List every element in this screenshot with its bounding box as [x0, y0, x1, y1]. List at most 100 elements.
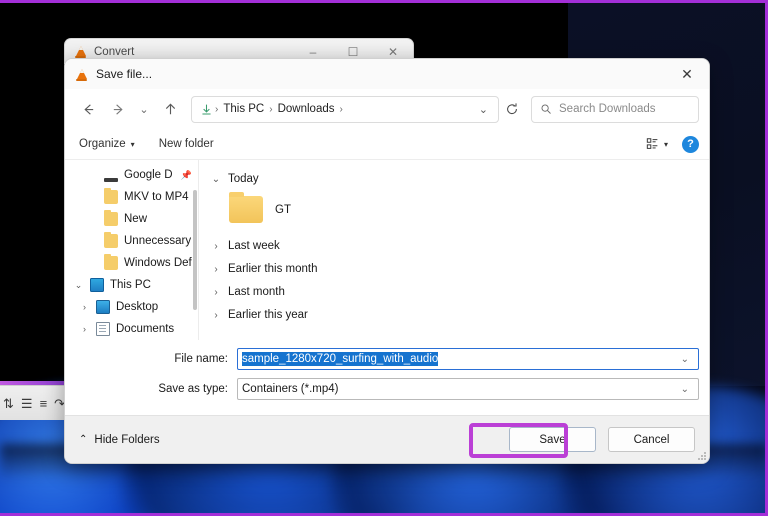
back-arrow-icon: [83, 103, 93, 115]
folder-icon: [104, 254, 118, 270]
navigation-pane: Google Drive 📌 MKV to MP4 New Unnecessar…: [65, 160, 199, 340]
resize-grip[interactable]: [697, 451, 707, 461]
group-label: Today: [228, 173, 259, 185]
file-name-label: File name:: [174, 353, 228, 365]
cancel-button[interactable]: Cancel: [608, 427, 695, 452]
pin-icon: 📌: [180, 169, 192, 180]
sidebar-item-unnecessary[interactable]: Unnecessary: [65, 230, 198, 252]
chevron-right-icon[interactable]: ›: [79, 302, 90, 312]
screenshot-border-top: [0, 0, 768, 3]
convert-window-title: Convert: [65, 45, 134, 58]
view-options-button[interactable]: ▾: [646, 137, 668, 151]
sidebar-scrollbar[interactable]: [193, 190, 197, 310]
breadcrumb-downloads[interactable]: Downloads: [275, 103, 338, 115]
file-fields: File name: sample_1280x720_surfing_with_…: [65, 340, 709, 415]
view-layout-icon: [646, 138, 658, 149]
chevron-right-icon[interactable]: ›: [211, 310, 221, 321]
desktop-icon: [96, 300, 110, 314]
file-name-input[interactable]: sample_1280x720_surfing_with_audio ⌄: [237, 348, 699, 370]
file-item-label: GT: [275, 203, 291, 216]
chevron-right-icon[interactable]: ›: [79, 324, 90, 334]
sidebar-item-mkv-to-mp4[interactable]: MKV to MP4: [65, 186, 198, 208]
sidebar-item-label: Documents: [116, 323, 175, 335]
sidebar-item-label: Google Drive: [124, 169, 173, 181]
folder-icon: [229, 192, 263, 223]
recent-locations-button[interactable]: ⌄: [133, 94, 155, 124]
save-as-type-select[interactable]: Containers (*.mp4) ⌄: [237, 378, 699, 400]
sidebar-item-label: Windows Defend: [124, 257, 192, 269]
dialog-body: Google Drive 📌 MKV to MP4 New Unnecessar…: [65, 159, 709, 340]
google-drive-icon: [104, 178, 118, 182]
playlist-icon[interactable]: ≡: [40, 397, 48, 410]
vlc-cone-icon: [74, 45, 87, 58]
chevron-right-icon[interactable]: ›: [211, 241, 221, 252]
search-icon: [540, 103, 552, 115]
save-as-type-label: Save as type:: [158, 383, 228, 395]
sidebar-item-this-pc[interactable]: ⌄ This PC: [65, 274, 198, 296]
file-list-pane[interactable]: ⌄ Today GT › Last week › Earlier this mo…: [199, 160, 709, 340]
chevron-down-icon[interactable]: ⌄: [73, 280, 84, 291]
group-header-earlier-this-year[interactable]: › Earlier this year: [211, 304, 709, 326]
dialog-close-button[interactable]: ✕: [665, 59, 709, 89]
group-label: Earlier this year: [228, 309, 308, 321]
organize-button[interactable]: Organize ▾: [79, 138, 135, 150]
sidebar-item-google-drive[interactable]: Google Drive 📌: [65, 164, 198, 186]
group-header-last-week[interactable]: › Last week: [211, 235, 709, 257]
dialog-title: Save file...: [96, 67, 153, 81]
breadcrumb-separator: ›: [269, 103, 273, 115]
forward-button[interactable]: [103, 94, 133, 124]
new-folder-button[interactable]: New folder: [159, 138, 214, 150]
chevron-down-icon: ▾: [663, 139, 668, 149]
sidebar-item-windows-defender[interactable]: Windows Defend: [65, 252, 198, 274]
file-item-gt[interactable]: GT: [211, 190, 709, 233]
help-button[interactable]: ?: [682, 135, 699, 153]
dialog-titlebar[interactable]: Save file... ✕: [65, 59, 709, 89]
file-name-row: File name: sample_1280x720_surfing_with_…: [65, 347, 699, 371]
group-header-earlier-this-month[interactable]: › Earlier this month: [211, 258, 709, 280]
hide-folders-button[interactable]: ⌃ Hide Folders: [79, 434, 160, 446]
group-label: Last week: [228, 240, 280, 252]
chevron-right-icon[interactable]: ›: [211, 287, 221, 298]
dialog-footer: ⌃ Hide Folders Save Cancel: [65, 415, 709, 463]
group-label: Earlier this month: [228, 263, 318, 275]
sidebar-item-new[interactable]: New: [65, 208, 198, 230]
folder-icon: [104, 210, 118, 226]
loop-icon[interactable]: ⇅: [3, 397, 14, 410]
hide-folders-label: Hide Folders: [94, 433, 160, 446]
group-header-last-month[interactable]: › Last month: [211, 281, 709, 303]
file-name-value: sample_1280x720_surfing_with_audio: [242, 352, 439, 366]
refresh-icon: [507, 103, 517, 115]
chevron-right-icon[interactable]: ›: [211, 264, 221, 275]
command-bar: Organize ▾ New folder ▾ ?: [65, 129, 709, 159]
address-chevron-down-icon[interactable]: ⌄: [473, 103, 494, 116]
chevron-down-icon[interactable]: ⌄: [674, 384, 696, 395]
sidebar-item-desktop[interactable]: › Desktop: [65, 296, 198, 318]
refresh-button[interactable]: [499, 95, 525, 123]
save-as-type-row: Save as type: Containers (*.mp4) ⌄: [65, 377, 699, 401]
chevron-down-icon[interactable]: ⌄: [211, 174, 221, 185]
up-button[interactable]: [155, 94, 185, 124]
group-label: Last month: [228, 286, 285, 298]
vlc-player-controls[interactable]: ⇅ ☰ ≡ ↷: [0, 385, 68, 420]
address-bar[interactable]: › This PC › Downloads › ⌄: [191, 95, 499, 123]
save-file-dialog: Save file... ✕ ⌄ › This PC › Downloads ›…: [64, 58, 710, 464]
sidebar-item-label: New: [124, 213, 148, 225]
group-header-today[interactable]: ⌄ Today: [211, 168, 709, 190]
back-button[interactable]: [73, 94, 103, 124]
up-arrow-icon: [165, 103, 175, 114]
this-pc-icon: [90, 278, 104, 292]
vlc-cone-icon: [75, 68, 88, 81]
search-input[interactable]: Search Downloads: [531, 95, 699, 123]
downloads-breadcrumb-icon[interactable]: [200, 103, 213, 116]
equalizer-icon[interactable]: ☰: [21, 397, 33, 410]
breadcrumb-this-pc[interactable]: This PC: [220, 103, 267, 115]
forward-arrow-icon: [113, 103, 123, 115]
save-as-type-value: Containers (*.mp4): [242, 383, 339, 395]
footer-buttons: Save Cancel: [509, 427, 695, 452]
sidebar-item-documents[interactable]: › Documents: [65, 318, 198, 340]
navigation-bar: ⌄ › This PC › Downloads › ⌄ Search Downl…: [65, 89, 709, 129]
chevron-down-icon[interactable]: ⌄: [674, 354, 696, 365]
sidebar-item-label: Desktop: [116, 301, 159, 313]
chevron-up-icon: ⌃: [79, 434, 88, 445]
save-button[interactable]: Save: [509, 427, 596, 452]
